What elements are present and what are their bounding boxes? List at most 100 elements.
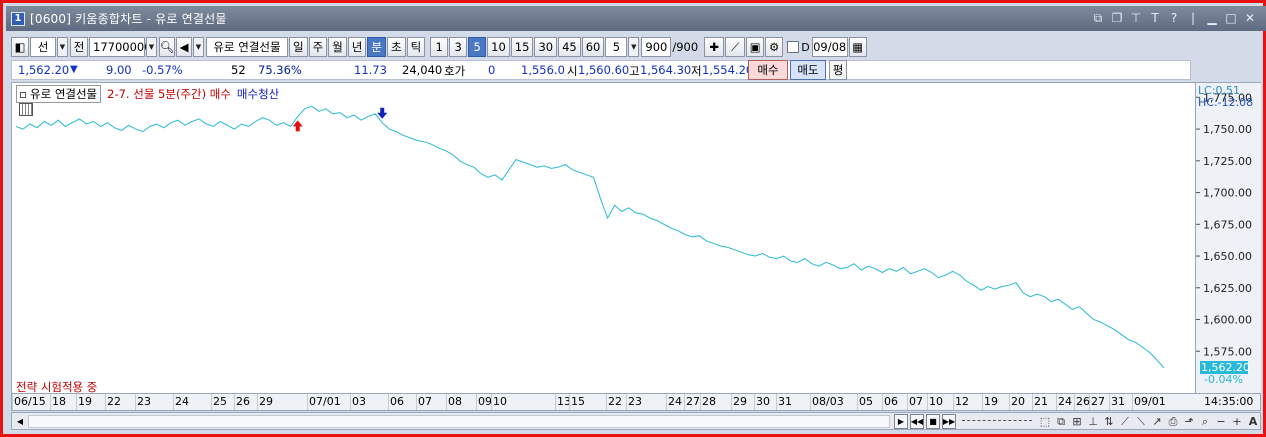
- speaker-dropdown-icon[interactable]: ▼: [193, 37, 204, 57]
- arrow-tool-icon[interactable]: ↗: [1150, 414, 1164, 429]
- x-tick-label: 10: [929, 395, 943, 408]
- chart-layout-icon[interactable]: ◧: [11, 37, 29, 57]
- x-tick-label: 09/01: [1134, 395, 1166, 408]
- gear-icon[interactable]: ⚙: [765, 37, 784, 57]
- date-checkbox[interactable]: [787, 41, 800, 53]
- x-tick: [257, 394, 258, 410]
- grid-toggle-icon[interactable]: ⊞: [1070, 414, 1084, 429]
- y-tick-label: 1,600.00: [1203, 314, 1252, 327]
- calendar-icon[interactable]: ▦: [848, 37, 867, 57]
- x-tick-label: 08/03: [812, 395, 844, 408]
- close-icon[interactable]: ✕: [1242, 10, 1258, 26]
- speaker-icon[interactable]: ◀: [176, 37, 192, 57]
- zoom-icon[interactable]: ⌕: [1198, 414, 1212, 429]
- interval-15[interactable]: 15: [510, 37, 534, 57]
- exit-signal-marker[interactable]: [377, 107, 388, 119]
- search-icon[interactable]: 🔍︎: [159, 37, 175, 57]
- zoom-out-icon[interactable]: −: [1214, 414, 1228, 429]
- zoom-in-icon[interactable]: +: [1230, 414, 1244, 429]
- x-tick: [105, 394, 106, 410]
- interval-45[interactable]: 45: [558, 37, 581, 57]
- trendline-icon[interactable]: ⟋: [725, 37, 746, 57]
- fast-forward-icon[interactable]: ▶▶: [942, 414, 956, 429]
- x-tick: [555, 394, 556, 410]
- rewind-icon[interactable]: ◀◀: [910, 414, 924, 429]
- x-tick-label: 26: [236, 395, 250, 408]
- save-icon[interactable]: ▣: [746, 37, 765, 57]
- count-input[interactable]: 900: [641, 37, 672, 57]
- x-tick-label: 07: [909, 395, 923, 408]
- x-tick-label: 21: [1034, 395, 1048, 408]
- code-dropdown-icon[interactable]: ▼: [146, 37, 157, 57]
- avg-button[interactable]: 평: [829, 60, 847, 80]
- fibonacci-icon[interactable]: ⟍: [1134, 414, 1148, 429]
- cross-cursor-icon[interactable]: ⊥: [1086, 414, 1100, 429]
- y-axis[interactable]: 1,775.00 1,750.00 1,725.00 1,700.00 1,675.00…: [1195, 83, 1261, 393]
- instrument-name: 유로 연결선물: [206, 37, 288, 57]
- x-tick: [776, 394, 777, 410]
- x-tick-label: 19: [984, 395, 998, 408]
- period-week[interactable]: 주: [308, 37, 328, 57]
- hc-label: HC:-12.08: [1198, 96, 1254, 109]
- interval-30[interactable]: 30: [534, 37, 558, 57]
- period-tick[interactable]: 틱: [406, 37, 426, 57]
- zoom-slider[interactable]: [962, 420, 1032, 423]
- x-tick-label: 28: [702, 395, 716, 408]
- y-tick-label: 1,650.00: [1203, 250, 1252, 263]
- market-dropdown-icon[interactable]: ▼: [57, 37, 68, 57]
- indicator-add-icon[interactable]: ✚: [704, 37, 725, 57]
- period-month[interactable]: 월: [328, 37, 347, 57]
- interval-10[interactable]: 10: [487, 37, 510, 57]
- market-select[interactable]: 선: [30, 37, 56, 57]
- interval-dropdown-icon[interactable]: ▼: [628, 37, 640, 57]
- select-area-icon[interactable]: ⬚: [1038, 414, 1052, 429]
- scroll-track[interactable]: [28, 415, 890, 428]
- legend-instrument-name: 유로 연결선물: [30, 87, 98, 101]
- x-axis[interactable]: 06/15 18 19 22 23 24 25 26 29 07/01 03 06 07 08 09 10 13…: [11, 394, 1261, 411]
- price-line: [15, 105, 1165, 369]
- period-second[interactable]: 초: [386, 37, 406, 57]
- interval-3[interactable]: 3: [449, 37, 468, 57]
- interval-5[interactable]: 5: [468, 37, 487, 57]
- pin-icon[interactable]: ⊤: [1128, 10, 1144, 26]
- chart-panel[interactable]: 유로 연결선물 2-7. 선물 5분(주간) 매수 매수청산 전략 시험적용 중…: [11, 82, 1261, 394]
- x-tick-label: 07: [418, 395, 432, 408]
- hoga-price: 1,556.0: [521, 63, 565, 77]
- print-icon[interactable]: ⎙: [1166, 414, 1180, 429]
- scroll-left-icon[interactable]: ◀: [14, 415, 26, 427]
- scroll-right-icon[interactable]: ▶: [894, 414, 908, 429]
- x-tick: [982, 394, 983, 410]
- sell-button[interactable]: 매도: [790, 60, 826, 80]
- date-input[interactable]: 09/08: [811, 37, 848, 57]
- export-icon[interactable]: ⬏: [1182, 414, 1196, 429]
- x-tick-label: 24: [668, 395, 682, 408]
- copy-window-icon[interactable]: ❐: [1109, 10, 1125, 26]
- line-tool-icon[interactable]: ⟋: [1118, 414, 1132, 429]
- x-tick: [606, 394, 607, 410]
- chart-split-icon[interactable]: ⧉: [1054, 414, 1068, 429]
- compare-icon[interactable]: ⇅: [1102, 414, 1116, 429]
- restore-layout-icon[interactable]: ⧉: [1090, 10, 1106, 26]
- price-chart[interactable]: [12, 83, 1195, 393]
- font-size-icon[interactable]: T: [1147, 10, 1163, 26]
- period-day[interactable]: 일: [289, 37, 308, 57]
- stop-icon[interactable]: ■: [926, 414, 940, 429]
- y-tick-label: 1,725.00: [1203, 155, 1252, 168]
- interval-1[interactable]: 1: [430, 37, 449, 57]
- period-minute[interactable]: 분: [367, 37, 386, 57]
- auto-scale-icon[interactable]: A: [1246, 414, 1260, 429]
- x-tick: [1109, 394, 1110, 410]
- x-tick: [810, 394, 811, 410]
- minimize-icon[interactable]: ▁: [1204, 10, 1220, 26]
- legend-instrument[interactable]: 유로 연결선물: [16, 85, 102, 103]
- help-icon[interactable]: ?: [1166, 10, 1182, 26]
- interval-select[interactable]: 5: [605, 37, 628, 57]
- period-year[interactable]: 년: [347, 37, 367, 57]
- prev-button[interactable]: 전: [70, 37, 88, 57]
- data-table-icon[interactable]: [19, 103, 33, 116]
- interval-60[interactable]: 60: [581, 37, 605, 57]
- buy-button[interactable]: 매수: [748, 60, 788, 80]
- x-tick: [491, 394, 492, 410]
- code-input[interactable]: 17700000: [89, 37, 152, 57]
- maximize-icon[interactable]: □: [1223, 10, 1239, 26]
